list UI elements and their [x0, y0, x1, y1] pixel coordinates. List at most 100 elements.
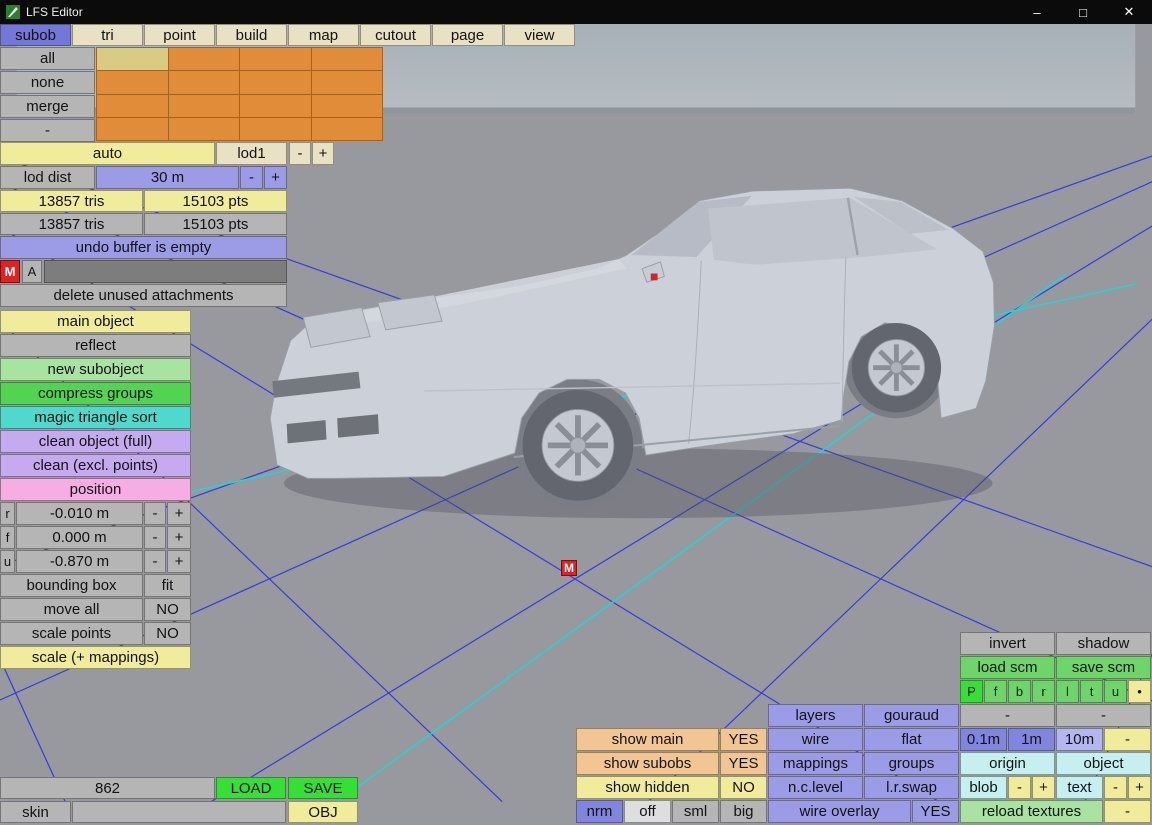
show-hidden-button[interactable]: show hidden [576, 776, 719, 799]
nrm-big-button[interactable]: big [720, 800, 767, 823]
lr-swap-button[interactable]: l.r.swap [864, 776, 959, 799]
delete-unused-attachments-button[interactable]: delete unused attachments [0, 284, 287, 307]
tab-map[interactable]: map [288, 24, 359, 46]
lod-dist-minus-button[interactable]: - [240, 166, 263, 189]
position-f-plus-button[interactable]: + [167, 526, 191, 549]
text-plus-button[interactable]: + [1128, 776, 1151, 799]
nrm-button[interactable]: nrm [576, 800, 623, 823]
group-grid-cell[interactable] [311, 117, 382, 140]
tab-cutout[interactable]: cutout [360, 24, 431, 46]
new-subobject-button[interactable]: new subobject [0, 358, 191, 381]
group-grid-cell[interactable] [97, 117, 168, 140]
view-toggle-dot[interactable]: • [1128, 680, 1151, 703]
reflect-button[interactable]: reflect [0, 334, 191, 357]
group-grid-cell[interactable] [311, 94, 382, 117]
nrm-off-button[interactable]: off [624, 800, 671, 823]
text-button[interactable]: text [1056, 776, 1103, 799]
position-u-value[interactable]: -0.870 m [16, 550, 143, 573]
position-u-minus-button[interactable]: - [144, 550, 166, 573]
position-u-plus-button[interactable]: + [167, 550, 191, 573]
show-hidden-toggle[interactable]: NO [720, 776, 767, 799]
select-dash-button[interactable]: - [0, 119, 95, 142]
fit-button[interactable]: fit [144, 574, 191, 597]
group-grid-cell[interactable] [311, 48, 382, 71]
blob-plus-button[interactable]: + [1032, 776, 1055, 799]
position-r-value[interactable]: -0.010 m [16, 502, 143, 525]
group-grid-cell[interactable] [240, 94, 311, 117]
blob-button[interactable]: blob [960, 776, 1007, 799]
panel-dash-left-button[interactable]: - [960, 704, 1055, 727]
group-grid-cell[interactable] [240, 71, 311, 94]
show-subobs-toggle[interactable]: YES [720, 752, 767, 775]
origin-button[interactable]: origin [960, 752, 1055, 775]
grid-dash-button[interactable]: - [1104, 728, 1151, 751]
window-minimize-button[interactable]: – [1014, 0, 1060, 24]
lod-dist-plus-button[interactable]: + [264, 166, 287, 189]
attachment-marker[interactable]: M [561, 560, 577, 576]
tab-page[interactable]: page [432, 24, 503, 46]
group-grid-cell[interactable] [97, 48, 168, 71]
group-grid-cell[interactable] [97, 71, 168, 94]
position-f-value[interactable]: 0.000 m [16, 526, 143, 549]
grid-01m-button[interactable]: 0.1m [960, 728, 1007, 751]
reload-textures-button[interactable]: reload textures [960, 800, 1103, 823]
tab-tri[interactable]: tri [72, 24, 143, 46]
select-none-button[interactable]: none [0, 71, 95, 94]
group-grid-cell[interactable] [240, 48, 311, 71]
text-minus-button[interactable]: - [1104, 776, 1127, 799]
nrm-sml-button[interactable]: sml [672, 800, 719, 823]
position-f-minus-button[interactable]: - [144, 526, 166, 549]
auto-button[interactable]: auto [0, 142, 215, 165]
mappings-button[interactable]: mappings [768, 752, 863, 775]
shadow-button[interactable]: shadow [1056, 632, 1151, 655]
group-grid-cell[interactable] [168, 71, 239, 94]
view-toggle-t[interactable]: t [1080, 680, 1103, 703]
wire-button[interactable]: wire [768, 728, 863, 751]
select-all-button[interactable]: all [0, 47, 95, 70]
scale-points-toggle[interactable]: NO [144, 622, 191, 645]
group-grid-cell[interactable] [168, 117, 239, 140]
blob-minus-button[interactable]: - [1008, 776, 1031, 799]
position-r-minus-button[interactable]: - [144, 502, 166, 525]
select-merge-button[interactable]: merge [0, 95, 95, 118]
object-button[interactable]: object [1056, 752, 1151, 775]
tab-point[interactable]: point [144, 24, 215, 46]
save-scm-button[interactable]: save scm [1056, 656, 1151, 679]
skin-button[interactable]: skin [0, 801, 71, 823]
scale-points-button[interactable]: scale points [0, 622, 143, 645]
view-toggle-l[interactable]: l [1056, 680, 1079, 703]
object-counter-field[interactable]: 862 [0, 777, 215, 799]
undo-status[interactable]: undo buffer is empty [0, 236, 287, 259]
lod-select-button[interactable]: lod1 [216, 142, 287, 165]
lod-plus-button[interactable]: + [312, 142, 334, 165]
position-r-plus-button[interactable]: + [167, 502, 191, 525]
group-grid-cell[interactable] [240, 117, 311, 140]
obj-button[interactable]: OBJ [288, 801, 358, 823]
position-button[interactable]: position [0, 478, 191, 501]
show-main-toggle[interactable]: YES [720, 728, 767, 751]
scale-mappings-button[interactable]: scale (+ mappings) [0, 646, 191, 669]
lod-dist-value[interactable]: 30 m [96, 166, 239, 189]
tab-subob[interactable]: subob [0, 24, 71, 46]
wire-overlay-button[interactable]: wire overlay [768, 800, 911, 823]
move-all-button[interactable]: move all [0, 598, 143, 621]
load-scm-button[interactable]: load scm [960, 656, 1055, 679]
attachment-m-toggle[interactable]: M [0, 260, 20, 283]
save-button[interactable]: SAVE [288, 777, 358, 799]
magic-triangle-sort-button[interactable]: magic triangle sort [0, 406, 191, 429]
view-toggle-b[interactable]: b [1008, 680, 1031, 703]
group-grid-cell[interactable] [168, 48, 239, 71]
move-all-toggle[interactable]: NO [144, 598, 191, 621]
invert-button[interactable]: invert [960, 632, 1055, 655]
view-toggle-r[interactable]: r [1032, 680, 1055, 703]
view-toggle-f[interactable]: f [984, 680, 1007, 703]
reload-dash-button[interactable]: - [1104, 800, 1151, 823]
clean-excl-points-button[interactable]: clean (excl. points) [0, 454, 191, 477]
window-maximize-button[interactable]: □ [1060, 0, 1106, 24]
attachment-a-toggle[interactable]: A [22, 260, 42, 283]
main-object-button[interactable]: main object [0, 310, 191, 333]
compress-groups-button[interactable]: compress groups [0, 382, 191, 405]
groups-button[interactable]: groups [864, 752, 959, 775]
tab-view[interactable]: view [504, 24, 575, 46]
nc-level-button[interactable]: n.c.level [768, 776, 863, 799]
